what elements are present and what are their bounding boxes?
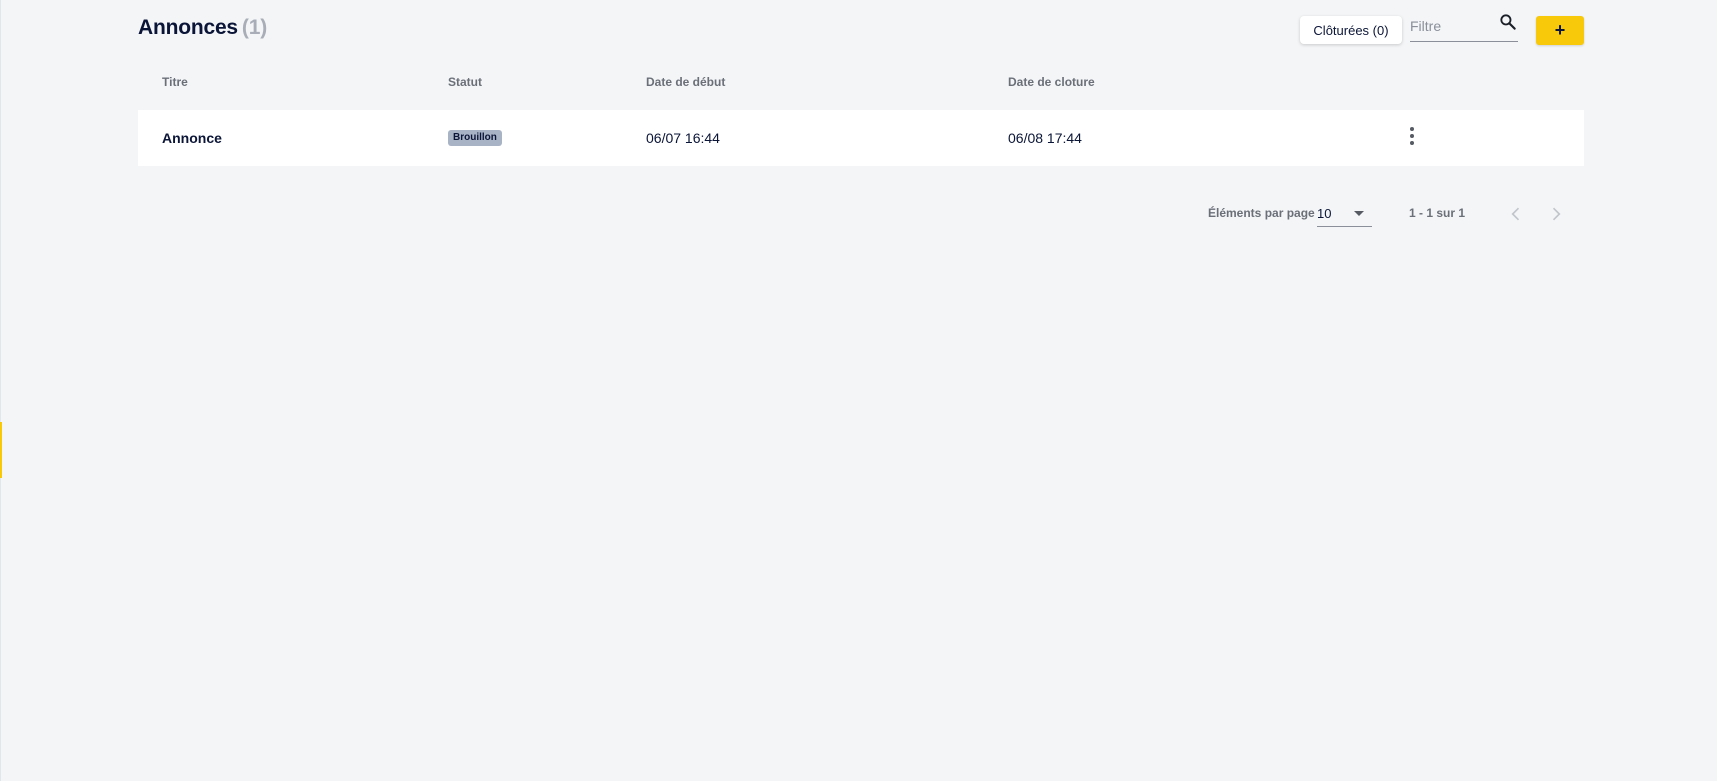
table-row[interactable]: Annonce Brouillon 06/07 16:44 06/08 17:4… bbox=[138, 110, 1584, 166]
row-status: Brouillon bbox=[448, 110, 502, 166]
previous-page-button[interactable] bbox=[1502, 200, 1530, 228]
page-title: Annonces (1) bbox=[138, 16, 267, 40]
chevron-left-icon bbox=[1511, 207, 1520, 221]
column-header-start-date[interactable]: Date de début bbox=[646, 75, 725, 89]
page-size-select[interactable]: 10 bbox=[1317, 201, 1372, 227]
filter-input[interactable] bbox=[1410, 16, 1490, 36]
column-header-title[interactable]: Titre bbox=[162, 75, 188, 89]
column-header-end-date[interactable]: Date de cloture bbox=[1008, 75, 1095, 89]
chevron-right-icon bbox=[1552, 207, 1561, 221]
chevron-down-icon bbox=[1354, 211, 1364, 216]
row-end-date: 06/08 17:44 bbox=[1008, 130, 1082, 146]
left-border bbox=[0, 0, 1, 781]
more-vertical-icon-dot bbox=[1410, 134, 1414, 138]
status-badge: Brouillon bbox=[448, 130, 502, 146]
page-title-text: Annonces bbox=[138, 16, 238, 39]
sidebar-toggle-handle[interactable] bbox=[0, 422, 2, 478]
closed-announcements-button[interactable]: Clôturées (0) bbox=[1300, 16, 1402, 44]
column-header-status[interactable]: Statut bbox=[448, 75, 482, 89]
next-page-button[interactable] bbox=[1542, 200, 1570, 228]
add-announcement-button[interactable]: + bbox=[1536, 16, 1584, 45]
page-title-count: (1) bbox=[241, 16, 267, 39]
search-icon[interactable] bbox=[1498, 12, 1518, 32]
more-vertical-icon bbox=[1410, 127, 1414, 131]
more-vertical-icon-dot bbox=[1410, 141, 1414, 145]
row-start-date: 06/07 16:44 bbox=[646, 130, 720, 146]
filter-field[interactable] bbox=[1410, 14, 1518, 42]
row-actions-button[interactable] bbox=[1398, 122, 1426, 150]
row-title[interactable]: Annonce bbox=[162, 110, 222, 166]
items-per-page-label: Éléments par page bbox=[1208, 206, 1315, 220]
pagination-range: 1 - 1 sur 1 bbox=[1409, 206, 1466, 220]
page-size-value: 10 bbox=[1317, 206, 1332, 221]
